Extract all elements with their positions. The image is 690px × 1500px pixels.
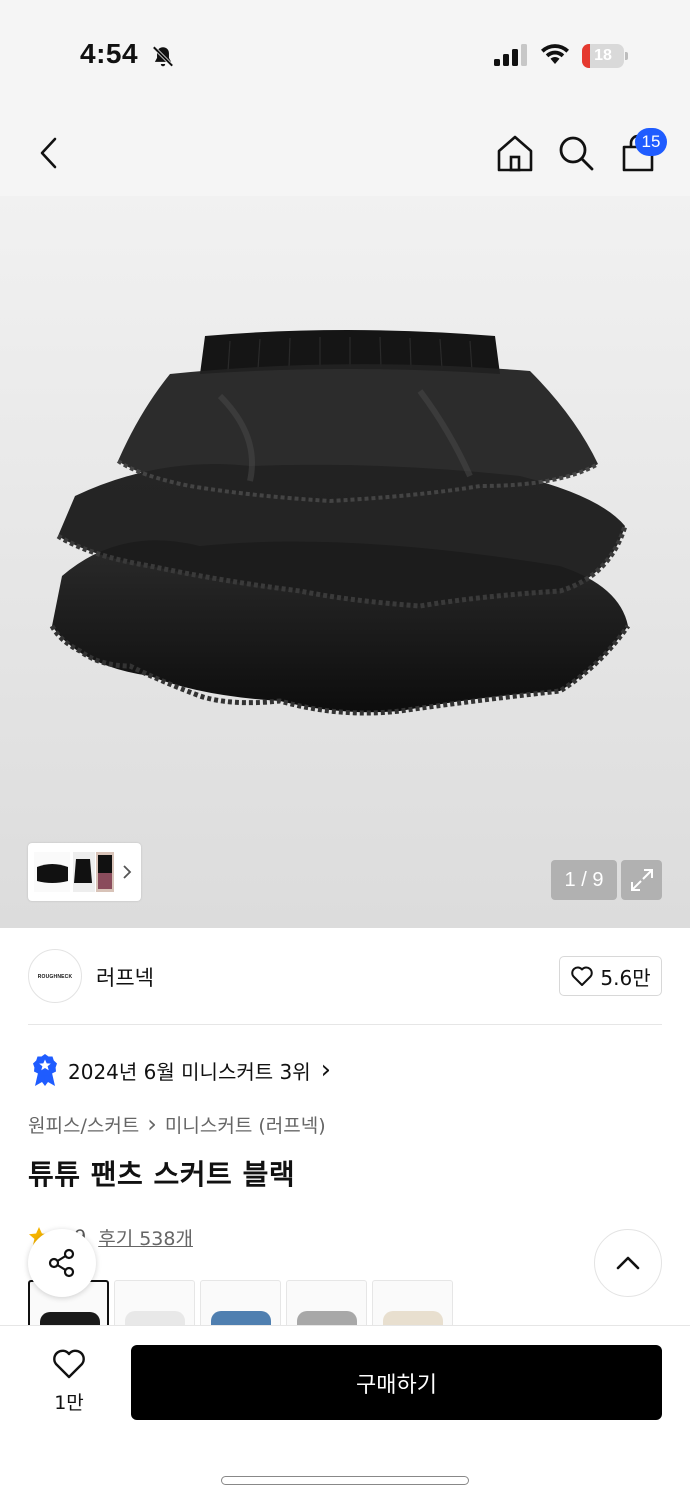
bell-slash-icon (152, 46, 174, 67)
share-button[interactable] (28, 1229, 96, 1297)
brand-like-button[interactable]: 5.6만 (559, 956, 662, 996)
product-image-gallery[interactable] (0, 196, 690, 928)
wishlist-button[interactable]: 1만 (40, 1348, 98, 1415)
thumbnail-images (34, 852, 132, 892)
product-image (49, 330, 631, 716)
chevron-right-icon: › (320, 1055, 332, 1085)
scroll-to-top-button[interactable] (594, 1229, 662, 1297)
ranking-text: 2024년 6월 미니스커트 3위 (68, 1059, 311, 1084)
search-button[interactable] (551, 128, 601, 178)
buy-button[interactable]: 구매하기 (131, 1345, 662, 1420)
share-icon (48, 1248, 75, 1278)
back-icon (40, 137, 57, 169)
brand-like-count: 5.6만 (600, 965, 651, 990)
color-swatches (28, 1280, 453, 1325)
status-time: 4:54 (80, 38, 139, 69)
image-page-indicator: 1 / 9 (551, 860, 617, 900)
breadcrumb: 원피스/스커트 › 미니스커트 (러프넥) (28, 1110, 326, 1138)
thumbnail-strip[interactable] (28, 843, 141, 901)
color-swatch-gray[interactable] (286, 1280, 367, 1325)
navigation-bar (0, 110, 690, 196)
ranking-link[interactable]: 2024년 6월 미니스커트 3위 › (32, 1052, 331, 1088)
expand-image-button[interactable] (621, 860, 662, 900)
breadcrumb-subcategory[interactable]: 미니스커트 (러프넥) (165, 1111, 326, 1138)
chevron-up-icon (616, 1256, 640, 1270)
status-bar: 4:54 18 (0, 0, 690, 110)
battery-indicator: 18 (582, 44, 628, 68)
heart-icon (571, 966, 594, 986)
cart-count-badge: 15 (635, 128, 667, 156)
wifi-icon (541, 44, 569, 64)
swatch-image (383, 1311, 443, 1325)
search-icon (559, 136, 594, 171)
back-button[interactable] (24, 128, 74, 178)
swatch-image (297, 1311, 357, 1325)
brand-name[interactable]: 러프넥 (96, 962, 154, 992)
swatch-image (125, 1311, 185, 1325)
divider (28, 1024, 662, 1025)
brand-row: ROUGHNECK 러프넥 5.6만 (0, 928, 690, 1024)
ranking-badge-icon (33, 1054, 57, 1086)
breadcrumb-category[interactable]: 원피스/스커트 (28, 1111, 139, 1138)
home-button[interactable] (490, 128, 540, 178)
cellular-signal-icon (494, 44, 527, 66)
home-icon (497, 135, 533, 172)
swatch-image (211, 1311, 271, 1325)
home-indicator (221, 1476, 469, 1485)
color-swatch-blue[interactable] (200, 1280, 281, 1325)
expand-icon (630, 869, 653, 891)
breadcrumb-separator: › (147, 1110, 157, 1138)
product-title: 튜튜 팬츠 스커트 블랙 (28, 1158, 296, 1191)
wishlist-count: 1만 (54, 1392, 84, 1414)
color-swatch-ivory[interactable] (372, 1280, 453, 1325)
brand-logo[interactable]: ROUGHNECK (28, 949, 82, 1003)
swatch-image (40, 1312, 100, 1325)
color-swatch-white[interactable] (114, 1280, 195, 1325)
battery-level: 18 (594, 47, 612, 64)
heart-icon (53, 1349, 85, 1379)
reviews-link[interactable]: 후기 538개 (98, 1224, 193, 1251)
